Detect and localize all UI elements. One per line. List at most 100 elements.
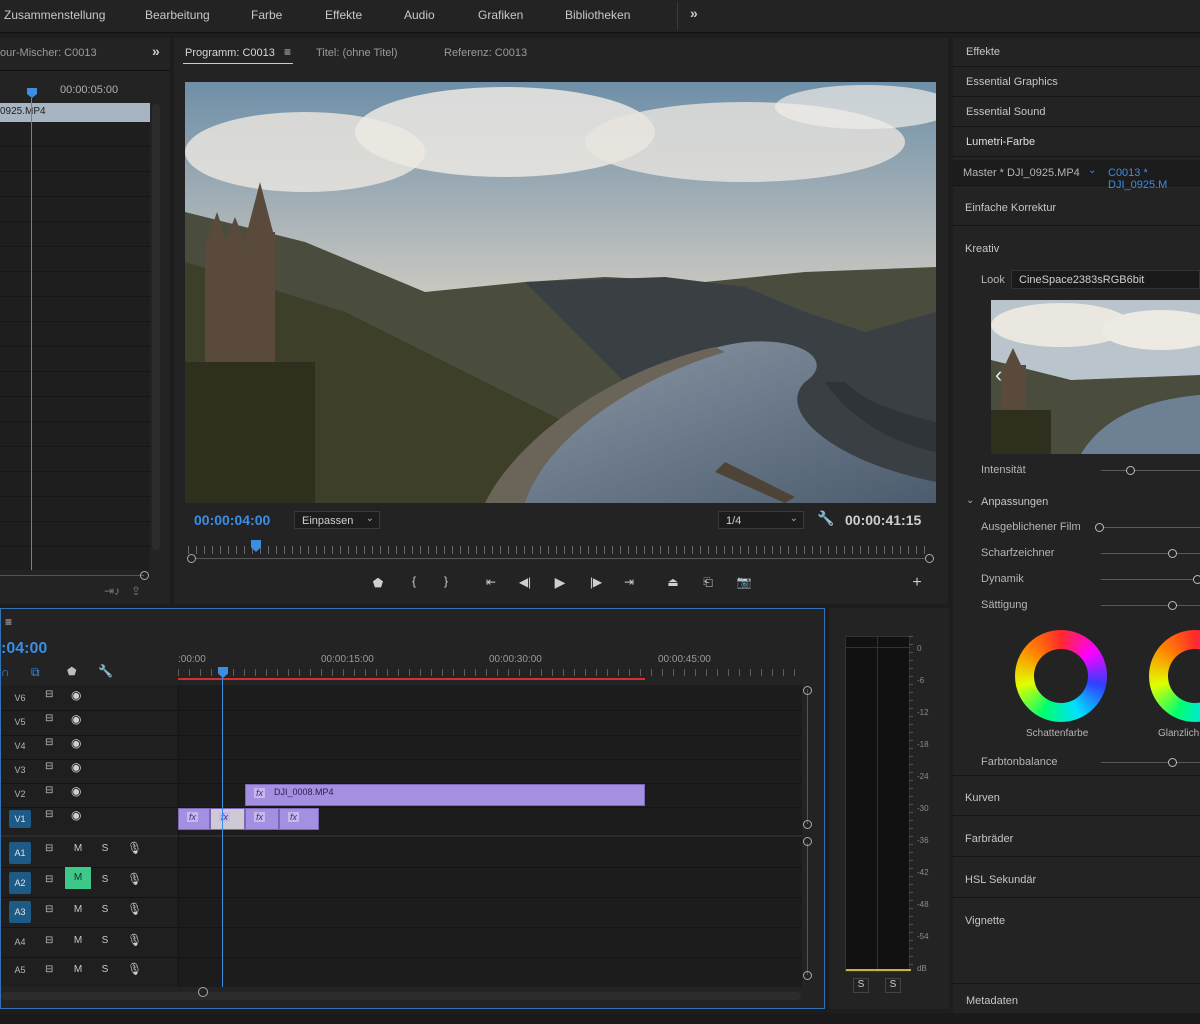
playhead-marker-icon[interactable]: [27, 88, 37, 98]
scroll-handle-icon[interactable]: [803, 820, 812, 829]
highlight-color-wheel[interactable]: [1149, 630, 1200, 722]
tab-programm[interactable]: Programm: C0013: [185, 47, 275, 59]
clip-v1[interactable]: fx: [245, 808, 279, 830]
menu-grafiken[interactable]: Grafiken: [478, 8, 523, 22]
clip-v2[interactable]: fx DJI_0008.MP4: [245, 784, 645, 806]
mark-out-icon[interactable]: }: [437, 574, 455, 588]
playhead-marker-icon[interactable]: [218, 667, 228, 678]
toggle-sync-lock-icon[interactable]: ⊟: [45, 785, 53, 796]
eye-icon[interactable]: ◉: [71, 688, 81, 702]
snap-icon[interactable]: ∩: [1, 665, 10, 679]
microphone-icon[interactable]: 🎙: [127, 872, 142, 886]
add-marker-icon[interactable]: ⬟: [369, 576, 387, 590]
wheel-center[interactable]: [1168, 649, 1200, 703]
menu-farbe[interactable]: Farbe: [251, 8, 282, 22]
eye-icon[interactable]: ◉: [71, 712, 81, 726]
track-a3[interactable]: A3: [9, 901, 31, 923]
microphone-icon[interactable]: 🎙: [127, 962, 142, 976]
tint-balance-slider[interactable]: [1101, 762, 1200, 763]
mark-in-icon[interactable]: {: [405, 574, 423, 588]
export-frame-camera-icon[interactable]: 📷: [735, 575, 753, 589]
solo-right-button[interactable]: S: [885, 978, 901, 993]
toggle-sync-lock-icon[interactable]: ⊟: [45, 843, 53, 854]
saturation-slider[interactable]: [1101, 605, 1200, 606]
eye-icon[interactable]: ◉: [71, 736, 81, 750]
fit-select[interactable]: Einpassen ⌄: [294, 511, 380, 529]
section-row[interactable]: Essential Graphics: [953, 68, 1200, 97]
wrench-icon[interactable]: 🔧: [98, 664, 113, 678]
tint-balance-knob[interactable]: [1168, 758, 1177, 767]
section-row[interactable]: HSL Sekundär: [953, 858, 1200, 898]
fx-badge[interactable]: fx: [187, 812, 199, 822]
audio-export-icon[interactable]: ⇥♪: [104, 584, 120, 598]
solo-button[interactable]: S: [99, 874, 111, 885]
track-v3[interactable]: V3: [9, 765, 31, 775]
tab-referenz[interactable]: Referenz: C0013: [444, 47, 527, 59]
tab-titel[interactable]: Titel: (ohne Titel): [316, 47, 398, 59]
section-metadata[interactable]: Metadaten: [966, 995, 1018, 1007]
toggle-sync-lock-icon[interactable]: ⊟: [45, 935, 53, 946]
section-row[interactable]: Kurven: [953, 776, 1200, 816]
tab-audio-mixer[interactable]: our-Mischer: C0013: [0, 47, 97, 59]
solo-left-button[interactable]: S: [853, 978, 869, 993]
wrench-icon[interactable]: 🔧: [817, 510, 834, 527]
video-frame[interactable]: [185, 82, 936, 503]
section-row[interactable]: Effekte: [953, 38, 1200, 67]
track-a5[interactable]: A5: [9, 965, 31, 975]
mute-button[interactable]: M: [71, 964, 85, 975]
menu-bearbeitung[interactable]: Bearbeitung: [145, 8, 210, 22]
eye-icon[interactable]: ◉: [71, 760, 81, 774]
scroll-handle-icon[interactable]: [803, 837, 812, 846]
add-marker-icon[interactable]: ⬟: [67, 665, 77, 678]
timeline-ruler[interactable]: [178, 669, 798, 676]
microphone-icon[interactable]: 🎙: [127, 902, 142, 916]
menu-bibliotheken[interactable]: Bibliotheken: [565, 8, 630, 22]
program-current-time[interactable]: 00:00:04:00: [194, 512, 270, 528]
sharpen-slider[interactable]: [1101, 553, 1200, 554]
track-a2[interactable]: A2: [9, 872, 31, 894]
chevron-left-icon[interactable]: ‹: [995, 362, 1002, 388]
double-chevron-right-icon[interactable]: »: [152, 43, 160, 59]
vibrance-knob[interactable]: [1193, 575, 1200, 584]
vibrance-slider[interactable]: [1101, 579, 1200, 580]
sharpen-knob[interactable]: [1168, 549, 1177, 558]
fx-badge[interactable]: fx: [288, 812, 300, 822]
menu-audio[interactable]: Audio: [404, 8, 435, 22]
scroll-handle-icon[interactable]: [803, 686, 812, 695]
step-forward-icon[interactable]: |▶: [587, 575, 605, 589]
horizontal-scrollbar[interactable]: [0, 575, 144, 576]
section-row[interactable]: Einfache Korrektur: [953, 188, 1200, 226]
scrub-ruler[interactable]: [188, 546, 932, 554]
scroll-handle-icon[interactable]: [140, 571, 149, 580]
intensity-slider[interactable]: [1101, 470, 1200, 471]
track-v2[interactable]: V2: [9, 789, 31, 799]
fx-badge[interactable]: fx: [254, 812, 266, 822]
faded-film-slider[interactable]: [1101, 527, 1200, 528]
chevron-down-icon[interactable]: ⌄: [1088, 165, 1096, 176]
shadow-color-wheel[interactable]: [1015, 630, 1107, 722]
solo-button[interactable]: S: [99, 964, 111, 975]
eye-icon[interactable]: ◉: [71, 784, 81, 798]
eye-icon[interactable]: ◉: [71, 808, 81, 822]
go-to-out-icon[interactable]: ⇥: [620, 575, 638, 589]
clip-v1-selected[interactable]: fx: [210, 808, 245, 830]
zoom-handle-right-icon[interactable]: [925, 554, 934, 563]
track-a1[interactable]: A1: [9, 842, 31, 864]
vertical-scrollbar[interactable]: [152, 104, 160, 550]
toggle-sync-lock-icon[interactable]: ⊟: [45, 904, 53, 915]
adjustments-label[interactable]: Anpassungen: [981, 496, 1048, 508]
chevron-down-icon[interactable]: ⌄: [966, 495, 974, 506]
section-row[interactable]: Essential Sound: [953, 98, 1200, 127]
wheel-center[interactable]: [1034, 649, 1088, 703]
solo-button[interactable]: S: [99, 904, 111, 915]
play-icon[interactable]: ▶: [551, 574, 569, 591]
panel-menu-icon[interactable]: ≡: [5, 615, 12, 629]
section-row[interactable]: Lumetri-Farbe: [953, 128, 1200, 157]
zoom-handle-left-icon[interactable]: [187, 554, 196, 563]
scroll-handle-icon[interactable]: [803, 971, 812, 980]
microphone-icon[interactable]: 🎙: [127, 841, 142, 855]
solo-button[interactable]: S: [99, 935, 111, 946]
mute-button[interactable]: M: [71, 904, 85, 915]
fx-badge[interactable]: fx: [219, 812, 231, 822]
zoom-scrollbar[interactable]: [188, 558, 932, 559]
